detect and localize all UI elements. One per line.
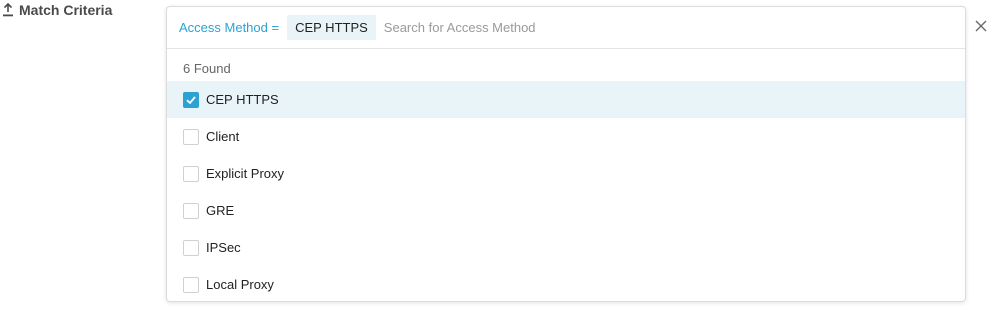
options-list: CEP HTTPS Client Explicit Proxy GRE IPSec Loc…: [167, 81, 965, 303]
found-count: 6 Found: [183, 61, 231, 76]
option-item[interactable]: IPSec: [167, 229, 965, 266]
option-checkbox[interactable]: [183, 165, 199, 182]
option-checkbox[interactable]: [183, 91, 199, 108]
search-input[interactable]: [383, 20, 684, 35]
option-checkbox[interactable]: [183, 128, 199, 145]
filter-key-label: Access Method =: [179, 20, 280, 35]
checkmark-icon: [186, 95, 196, 104]
option-label: Local Proxy: [206, 277, 274, 292]
option-item[interactable]: Client: [167, 118, 965, 155]
option-item[interactable]: Explicit Proxy: [167, 155, 965, 192]
section-header: Match Criteria: [2, 2, 112, 18]
upload-icon: [2, 2, 14, 17]
filter-bar: Access Method = CEP HTTPS: [167, 7, 965, 49]
close-icon[interactable]: [972, 17, 990, 35]
section-title: Match Criteria: [19, 2, 113, 18]
option-label: Explicit Proxy: [206, 166, 285, 181]
option-label: Client: [206, 129, 240, 144]
option-checkbox[interactable]: [183, 239, 199, 256]
option-item[interactable]: CEP HTTPS: [167, 81, 965, 118]
option-checkbox[interactable]: [183, 276, 199, 293]
option-item[interactable]: GRE: [167, 192, 965, 229]
access-method-dropdown-panel: Access Method = CEP HTTPS 6 Found CEP HT…: [166, 6, 966, 302]
option-label: GRE: [206, 203, 235, 218]
option-label: IPSec: [206, 240, 241, 255]
option-checkbox[interactable]: [183, 202, 199, 219]
option-item[interactable]: Local Proxy: [167, 266, 965, 303]
selected-filter-chip[interactable]: CEP HTTPS: [287, 15, 376, 40]
option-label: CEP HTTPS: [206, 92, 279, 107]
